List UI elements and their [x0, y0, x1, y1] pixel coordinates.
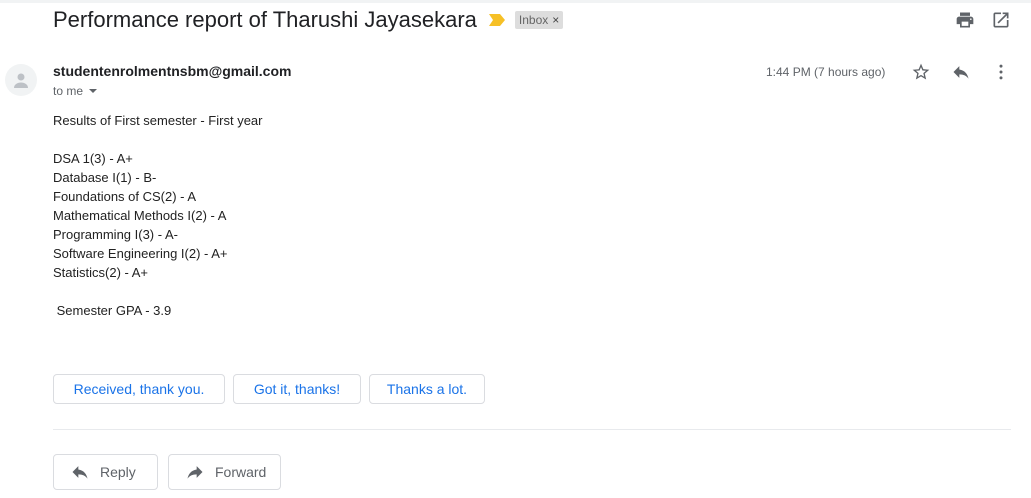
body-line [53, 130, 262, 149]
inbox-label-text: Inbox [518, 13, 549, 27]
forward-button-label: Forward [215, 464, 267, 480]
reply-icon[interactable] [950, 61, 972, 83]
sender-avatar [5, 64, 37, 96]
open-new-window-icon[interactable] [991, 10, 1011, 30]
top-divider [0, 0, 1031, 3]
subject-row: Performance report of Tharushi Jayasekar… [53, 4, 564, 36]
recipient-row: to me [53, 84, 98, 98]
body-line: Database I(1) - B- [53, 170, 157, 185]
print-icon[interactable] [955, 10, 975, 30]
reply-button-label: Reply [100, 464, 136, 480]
sender-email[interactable]: studentenrolmentnsbm@gmail.com [53, 63, 291, 79]
reply-icon [70, 462, 90, 482]
body-line: Statistics(2) - A+ [53, 265, 148, 280]
person-icon [14, 73, 28, 88]
reply-button[interactable]: Reply [53, 454, 158, 490]
inbox-label-chip: Inbox × [514, 11, 564, 29]
body-line: Foundations of CS(2) - A [53, 189, 197, 204]
email-subject: Performance report of Tharushi Jayasekar… [53, 7, 477, 32]
smart-reply-button[interactable]: Thanks a lot. [369, 374, 485, 404]
forward-icon [185, 462, 205, 482]
message-body: Results of First semester - First year D… [53, 111, 262, 320]
remove-label-button[interactable]: × [552, 13, 559, 27]
body-line: Software Engineering I(2) - A+ [53, 246, 228, 261]
importance-marker-icon[interactable] [488, 14, 505, 26]
body-line [53, 282, 262, 301]
star-icon[interactable] [910, 61, 932, 83]
body-line: Mathematical Methods I(2) - A [53, 208, 227, 223]
smart-reply-button[interactable]: Got it, thanks! [233, 374, 361, 404]
body-line: Programming I(3) - A- [53, 227, 178, 242]
forward-button[interactable]: Forward [168, 454, 281, 490]
body-line: Results of First semester - First year [53, 113, 263, 128]
show-details-chevron-down-icon[interactable] [89, 89, 98, 93]
body-line: DSA 1(3) - A+ [53, 151, 133, 166]
message-time: 1:44 PM (7 hours ago) [766, 65, 886, 79]
smart-reply-row: Received, thank you. Got it, thanks! Tha… [53, 374, 493, 404]
smart-reply-button[interactable]: Received, thank you. [53, 374, 225, 404]
actions-divider [53, 429, 1011, 430]
body-line: Semester GPA - 3.9 [53, 303, 172, 318]
more-vert-icon[interactable] [990, 61, 1012, 83]
recipient-text: to me [53, 84, 84, 98]
